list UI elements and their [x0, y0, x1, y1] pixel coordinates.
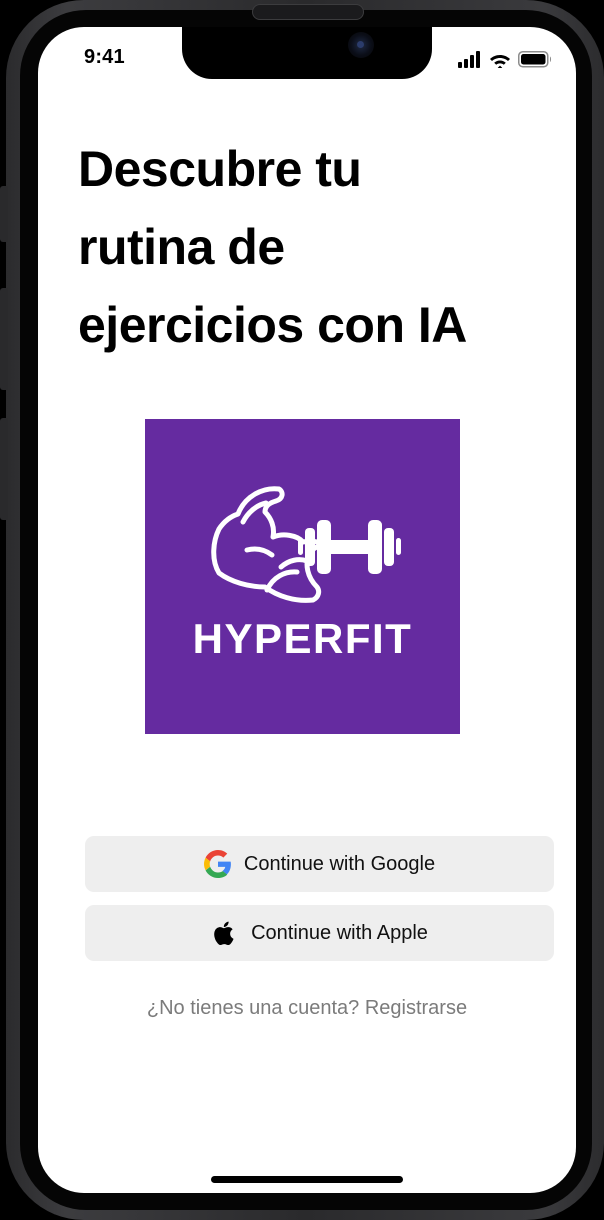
signup-prompt: ¿No tienes una cuenta? Registrarse: [38, 997, 576, 1020]
continue-with-apple-button[interactable]: Continue with Apple: [85, 905, 554, 961]
headline-line: ejercicios con IA: [78, 297, 467, 353]
headline-line: Descubre tu: [78, 141, 362, 197]
apple-button-label: Continue with Apple: [251, 921, 428, 944]
headline-line: rutina de: [78, 219, 285, 275]
onboarding-headline: Descubre tu rutina de ejercicios con IA: [78, 130, 538, 364]
status-icons: [458, 51, 552, 68]
hyperfit-logo: HYPERFIT: [145, 419, 460, 734]
front-camera: [348, 32, 374, 58]
continue-with-google-button[interactable]: Continue with Google: [85, 836, 554, 892]
battery-icon: [518, 51, 552, 68]
apple-button-content: Continue with Apple: [85, 905, 554, 961]
dumbbell-icon: [298, 520, 401, 574]
google-button-label: Continue with Google: [243, 852, 436, 875]
google-button-content: Continue with Google: [85, 836, 554, 892]
volume-up-button: [0, 288, 8, 390]
volume-down-button: [0, 418, 8, 520]
google-icon: [203, 850, 231, 878]
register-link[interactable]: Registrarse: [365, 997, 467, 1019]
apple-icon: [214, 921, 234, 946]
status-time: 9:41: [84, 46, 125, 68]
device-stage: 9:41 Descubre tu rutina de ejercicios co…: [0, 0, 604, 1220]
wifi-icon: [490, 55, 510, 68]
app-screen: 9:41 Descubre tu rutina de ejercicios co…: [38, 27, 576, 1193]
notch: [182, 27, 432, 79]
mute-switch: [0, 186, 8, 242]
logo-wordmark: HYPERFIT: [192, 615, 413, 662]
signup-question: ¿No tienes una cuenta?: [146, 997, 360, 1019]
speaker-grille: [252, 4, 364, 20]
home-indicator[interactable]: [211, 1176, 403, 1183]
cellular-signal-icon: [458, 51, 480, 68]
logo-artwork: [211, 486, 401, 603]
